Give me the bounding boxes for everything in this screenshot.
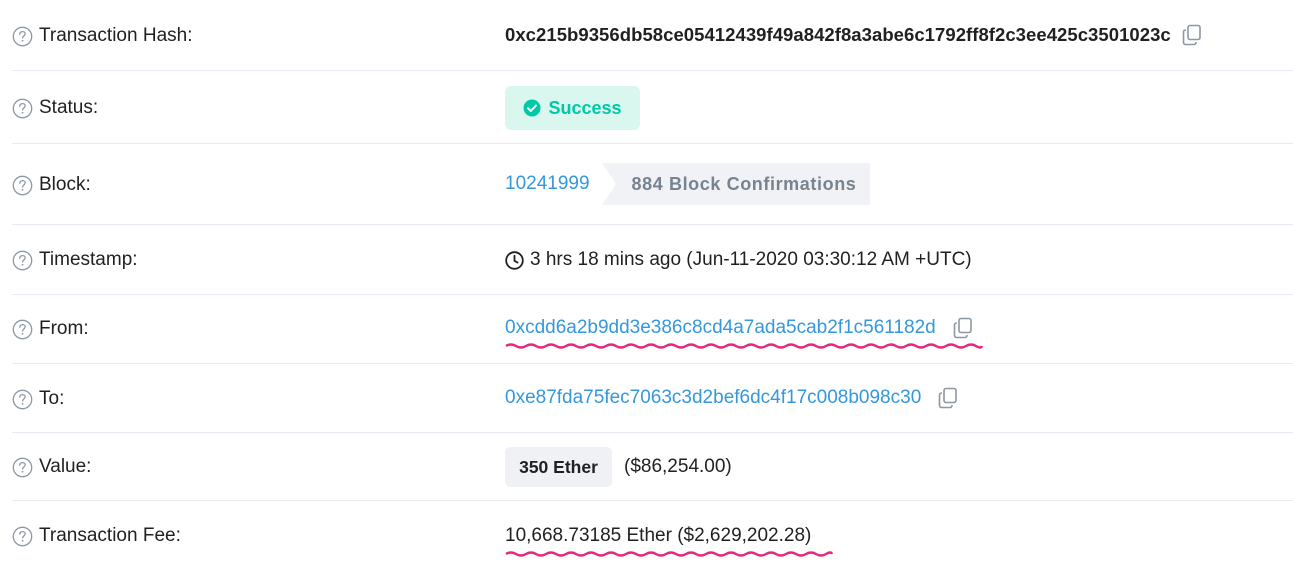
usd-value: ($86,254.00) <box>624 456 732 477</box>
from-address-link[interactable]: 0xcdd6a2b9dd3e386c8cd4a7ada5cab2f1c56118… <box>505 317 936 338</box>
question-circle-icon[interactable] <box>12 319 33 340</box>
to-address-link[interactable]: 0xe87fda75fec7063c3d2bef6dc4f17c008b098c… <box>505 387 921 409</box>
row-from: From: 0xcdd6a2b9dd3e386c8cd4a7ada5cab2f1… <box>12 295 1293 364</box>
block-confirmations-badge: 884 Block Confirmations <box>601 163 871 205</box>
transaction-hash-value: 0xc215b9356db58ce05412439f49a842f8a3abe6… <box>505 24 1171 45</box>
transaction-fee-value: 10,668.73185 Ether ($2,629,202.28) <box>505 525 812 546</box>
ether-amount-badge: 350 Ether <box>505 447 612 487</box>
question-circle-icon[interactable] <box>12 250 33 271</box>
status-label: Status: <box>39 97 99 118</box>
timestamp-value: 3 hrs 18 mins ago (Jun-11-2020 03:30:12 … <box>530 249 972 270</box>
block-label: Block: <box>39 174 91 195</box>
row-status: Status: Success <box>12 71 1293 144</box>
value-group: 0xe87fda75fec7063c3d2bef6dc4f17c008b098c… <box>505 387 958 409</box>
copy-icon[interactable] <box>953 317 973 339</box>
check-circle-icon <box>523 99 541 117</box>
copy-icon[interactable] <box>938 387 958 409</box>
label-group: Transaction Fee: <box>12 525 181 547</box>
row-transaction-fee: Transaction Fee: 10,668.73185 Ether ($2,… <box>12 501 1293 567</box>
transaction-fee-label: Transaction Fee: <box>39 525 181 546</box>
row-timestamp: Timestamp: 3 hrs 18 mins ago (Jun-11-202… <box>12 225 1293 295</box>
question-circle-icon[interactable] <box>12 457 33 478</box>
from-address-wrap: 0xcdd6a2b9dd3e386c8cd4a7ada5cab2f1c56118… <box>505 317 983 349</box>
question-circle-icon[interactable] <box>12 26 33 47</box>
copy-icon[interactable] <box>1182 24 1202 46</box>
label-group: From: <box>12 318 89 340</box>
question-circle-icon[interactable] <box>12 389 33 410</box>
to-label: To: <box>39 388 65 409</box>
value-group: 350 Ether ($86,254.00) <box>505 447 732 487</box>
clock-icon <box>505 250 524 270</box>
label-group: Value: <box>12 456 91 478</box>
value-group: 0xc215b9356db58ce05412439f49a842f8a3abe6… <box>505 24 1202 46</box>
label-group: Status: <box>12 97 98 119</box>
question-circle-icon[interactable] <box>12 98 33 119</box>
value-group: 3 hrs 18 mins ago (Jun-11-2020 03:30:12 … <box>505 249 972 271</box>
value-label: Value: <box>39 456 92 477</box>
question-circle-icon[interactable] <box>12 526 33 547</box>
row-block: Block: 10241999 884 Block Confirmations <box>12 144 1293 225</box>
row-to: To: 0xe87fda75fec7063c3d2bef6dc4f17c008b… <box>12 364 1293 433</box>
transaction-hash-label: Transaction Hash: <box>39 25 193 46</box>
transaction-fee-wrap: 10,668.73185 Ether ($2,629,202.28) <box>505 525 833 557</box>
from-label: From: <box>39 318 89 339</box>
row-value: Value: 350 Ether ($86,254.00) <box>12 433 1293 501</box>
highlight-underline <box>505 343 983 349</box>
label-group: Transaction Hash: <box>12 25 192 47</box>
row-transaction-hash: Transaction Hash: 0xc215b9356db58ce05412… <box>12 0 1293 71</box>
label-group: Timestamp: <box>12 249 138 271</box>
status-text: Success <box>548 97 622 118</box>
status-badge: Success <box>505 86 640 130</box>
label-group: To: <box>12 388 64 410</box>
label-group: Block: <box>12 174 91 196</box>
question-circle-icon[interactable] <box>12 175 33 196</box>
value-group: 0xcdd6a2b9dd3e386c8cd4a7ada5cab2f1c56118… <box>505 317 983 349</box>
timestamp-label: Timestamp: <box>39 249 138 270</box>
block-number-link[interactable]: 10241999 <box>505 173 590 195</box>
value-group: 10,668.73185 Ether ($2,629,202.28) <box>505 525 833 557</box>
highlight-underline <box>505 551 833 557</box>
value-group: Success <box>505 86 640 130</box>
value-group: 10241999 884 Block Confirmations <box>505 163 871 205</box>
